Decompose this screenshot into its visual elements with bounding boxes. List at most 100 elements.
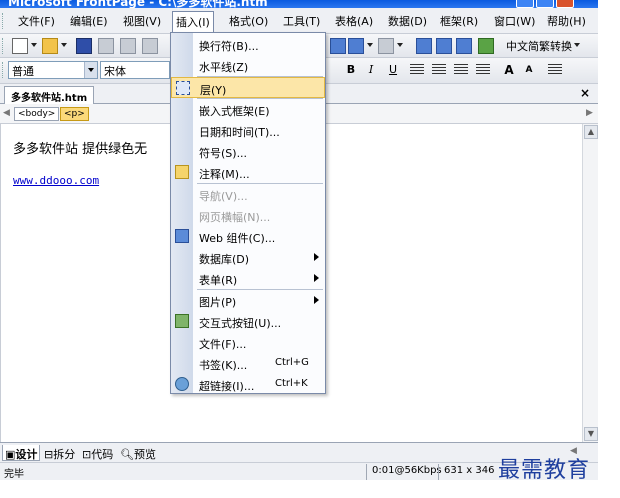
toolbar-grip[interactable]: [2, 38, 5, 54]
menu-item-interactive-button[interactable]: 交互式按钮(U)...: [171, 311, 325, 332]
tab-code[interactable]: ⊡代码: [80, 445, 115, 461]
download-time: 0:01@56Kbps: [372, 465, 442, 476]
menu-view[interactable]: 视图(V): [123, 13, 161, 29]
menu-item-label: 交互式按钮(U)...: [199, 317, 282, 330]
menu-item-comment[interactable]: 注释(M)...: [171, 162, 325, 183]
menu-item-symbol[interactable]: 符号(S)...: [171, 141, 325, 162]
status-separator: [438, 464, 439, 480]
undo-icon[interactable]: [348, 38, 364, 54]
style-dropdown-icon[interactable]: [84, 62, 97, 78]
insert-picture-icon[interactable]: [478, 38, 494, 54]
conversion-dropdown-icon[interactable]: [574, 43, 580, 47]
web-component-toolbar-icon[interactable]: [416, 38, 432, 54]
redo-dropdown-icon[interactable]: [397, 43, 403, 47]
underline-button[interactable]: U: [384, 62, 402, 78]
save-icon[interactable]: [76, 38, 92, 54]
format-painter-icon[interactable]: [330, 38, 346, 54]
site-link[interactable]: www.ddooo.com: [13, 174, 99, 187]
menu-data[interactable]: 数据(D): [388, 13, 427, 29]
tag-scroll-right-icon[interactable]: ▶: [586, 108, 593, 118]
menu-item-page-banner[interactable]: 网页横幅(N)...: [171, 205, 325, 226]
grow-font-button[interactable]: A: [500, 62, 518, 78]
align-center-icon[interactable]: [432, 64, 446, 75]
menu-item-file[interactable]: 文件(F)...: [171, 332, 325, 353]
tab-preview[interactable]: 🔍︎预览: [118, 445, 158, 461]
preview-icon[interactable]: [142, 38, 158, 54]
menu-file[interactable]: 文件(F): [18, 13, 55, 29]
new-page-icon[interactable]: [12, 38, 28, 54]
menu-item-shortcut: Ctrl+G: [275, 357, 309, 368]
minimize-button[interactable]: [516, 0, 534, 8]
menu-item-label: 层(Y): [200, 84, 227, 97]
interactive-button-icon: [175, 314, 189, 328]
web-component-icon: [175, 229, 189, 243]
menu-item-horizontal-line[interactable]: 水平线(Z): [171, 55, 325, 76]
tab-split[interactable]: ⊟拆分: [42, 445, 77, 461]
menu-help[interactable]: 帮助(H): [547, 13, 586, 29]
menu-format[interactable]: 格式(O): [229, 13, 268, 29]
menu-frames[interactable]: 框架(R): [440, 13, 478, 29]
menu-table[interactable]: 表格(A): [335, 13, 373, 29]
menu-edit[interactable]: 编辑(E): [70, 13, 108, 29]
chinese-conversion-button[interactable]: 中文简繁转换: [506, 38, 572, 54]
open-folder-icon[interactable]: [42, 38, 58, 54]
maximize-button[interactable]: [536, 0, 554, 8]
title-bar: Microsoft FrontPage - C:\多多软件站.htm: [0, 0, 598, 8]
menu-item-navigation[interactable]: 导航(V)...: [171, 184, 325, 205]
menu-item-picture[interactable]: 图片(P): [171, 290, 325, 311]
new-dropdown-icon[interactable]: [31, 43, 37, 47]
print-icon[interactable]: [120, 38, 136, 54]
tag-scroll-left-icon[interactable]: ◀: [3, 108, 10, 118]
menubar-grip[interactable]: [2, 13, 5, 29]
menu-item-label: 超链接(I)...: [199, 380, 255, 393]
menu-item-database[interactable]: 数据库(D): [171, 247, 325, 268]
menu-item-label: 注释(M)...: [199, 168, 250, 181]
menu-item-date-time[interactable]: 日期和时间(T)...: [171, 120, 325, 141]
menu-item-line-break[interactable]: 换行符(B)...: [171, 34, 325, 55]
format-toolbar-grip[interactable]: [2, 62, 5, 78]
redo-icon[interactable]: [378, 38, 394, 54]
close-window-button[interactable]: [556, 0, 574, 8]
open-dropdown-icon[interactable]: [61, 43, 67, 47]
bold-button[interactable]: B: [342, 62, 360, 78]
document-tab[interactable]: 多多软件站.htm: [4, 86, 95, 104]
page-text: 多多软件站 提供绿色无: [13, 142, 148, 157]
insert-layer-icon[interactable]: [456, 38, 472, 54]
page-size: 631 x 346: [444, 465, 495, 476]
align-right-icon[interactable]: [454, 64, 468, 75]
menu-tools[interactable]: 工具(T): [283, 13, 320, 29]
menu-item-layer[interactable]: 层(Y): [171, 77, 325, 98]
submenu-arrow-icon: [314, 253, 319, 261]
menu-item-bookmark[interactable]: 书签(K)... Ctrl+G: [171, 353, 325, 374]
p-tag[interactable]: <p>: [60, 107, 89, 121]
style-select[interactable]: 普通: [8, 61, 98, 79]
scroll-up-icon[interactable]: ▲: [584, 125, 598, 139]
menu-item-hyperlink[interactable]: 超链接(I)... Ctrl+K: [171, 374, 325, 395]
menu-item-form[interactable]: 表单(R): [171, 268, 325, 289]
undo-dropdown-icon[interactable]: [367, 43, 373, 47]
menu-item-web-component[interactable]: Web 组件(C)...: [171, 226, 325, 247]
tab-design[interactable]: ▣设计: [2, 445, 41, 461]
align-left-icon[interactable]: [410, 64, 424, 75]
menu-item-inline-frame[interactable]: 嵌入式框架(E): [171, 99, 325, 120]
menu-item-shortcut: Ctrl+K: [275, 378, 308, 389]
tab-split-label: 拆分: [53, 448, 76, 461]
hyperlink-icon: [175, 377, 189, 391]
scroll-down-icon[interactable]: ▼: [584, 427, 598, 441]
window-title: Microsoft FrontPage - C:\多多软件站.htm: [8, 0, 268, 8]
body-tag[interactable]: <body>: [14, 107, 60, 121]
submenu-arrow-icon: [314, 296, 319, 304]
italic-button[interactable]: I: [362, 62, 380, 78]
vertical-scrollbar[interactable]: ▲ ▼: [582, 124, 598, 442]
shrink-font-button[interactable]: A: [520, 62, 538, 78]
justify-icon[interactable]: [476, 64, 490, 75]
insert-table-icon[interactable]: [436, 38, 452, 54]
search-icon[interactable]: [98, 38, 114, 54]
menu-bar: 文件(F) 编辑(E) 视图(V) 插入(I) 格式(O) 工具(T) 表格(A…: [0, 8, 598, 35]
status-message: 完毕: [4, 469, 24, 480]
close-document-icon[interactable]: ×: [580, 86, 590, 100]
menu-window[interactable]: 窗口(W): [494, 13, 535, 29]
numbered-list-icon[interactable]: [548, 64, 562, 75]
font-select[interactable]: 宋体: [100, 61, 170, 79]
menu-item-label: 书签(K)...: [199, 359, 248, 372]
